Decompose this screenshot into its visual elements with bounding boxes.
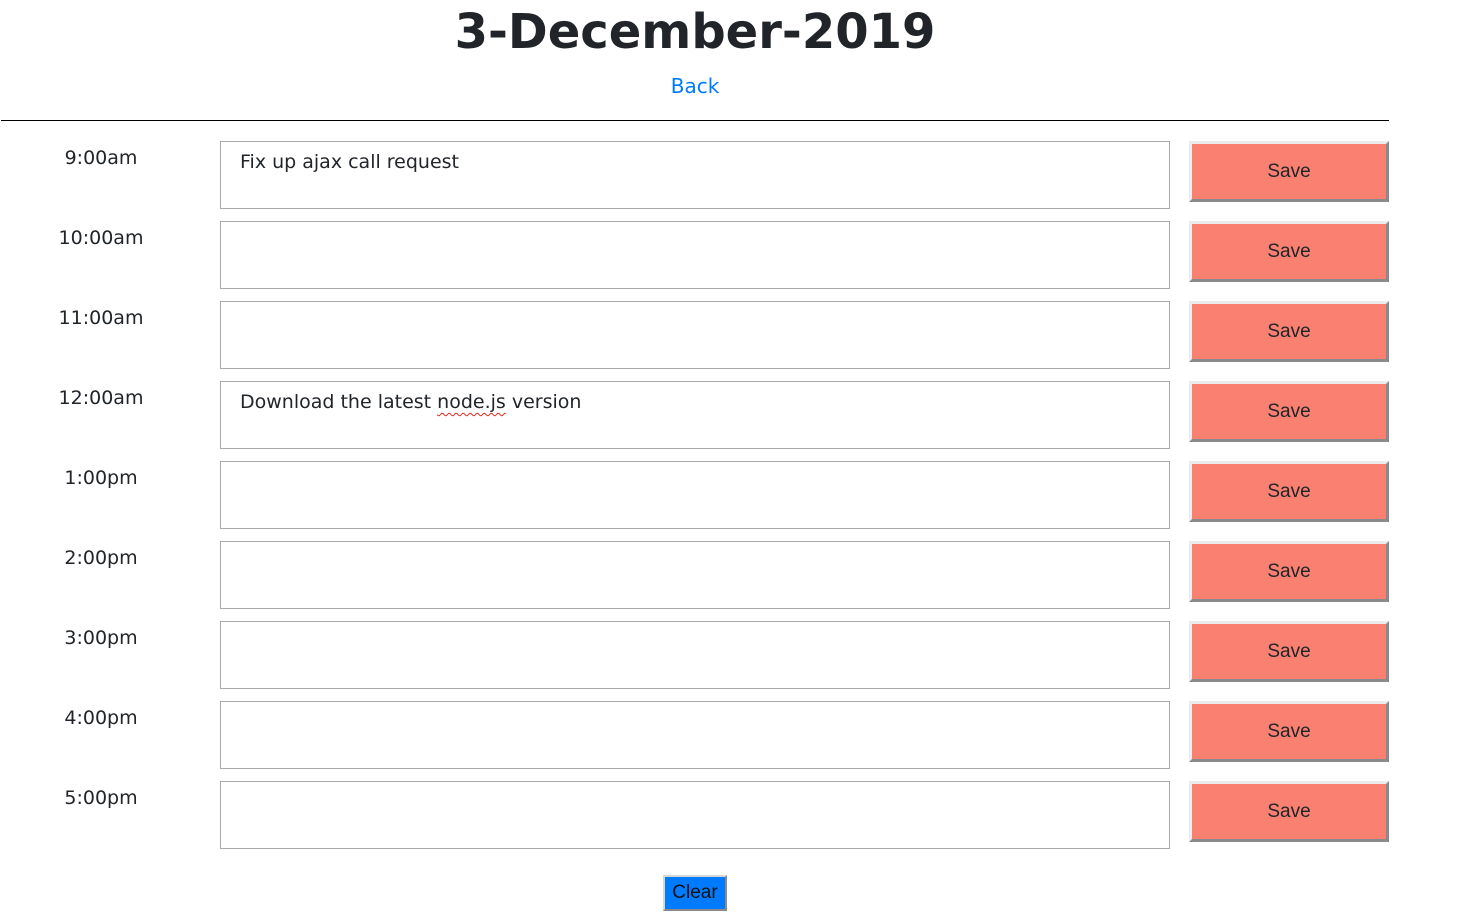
task-text: Download the latest node.js version	[240, 391, 582, 413]
task-input[interactable]	[220, 781, 1170, 849]
task-text: Fix up ajax call request	[240, 151, 460, 173]
save-button[interactable]: Save	[1189, 461, 1389, 522]
schedule-row: 12:00am Download the latest node.js vers…	[0, 381, 1390, 449]
save-button[interactable]: Save	[1189, 541, 1389, 602]
schedule-row: 2:00pm Save	[0, 541, 1390, 609]
save-button[interactable]: Save	[1189, 141, 1389, 202]
schedule-list: 9:00am Fix up ajax call request Save 10:…	[0, 141, 1390, 861]
schedule-row: 10:00am Save	[0, 221, 1390, 289]
save-button[interactable]: Save	[1189, 701, 1389, 762]
hour-label: 11:00am	[58, 307, 144, 329]
task-input[interactable]	[220, 541, 1170, 609]
schedule-row: 5:00pm Save	[0, 781, 1390, 849]
task-input[interactable]	[220, 221, 1170, 289]
hour-label: 3:00pm	[64, 627, 138, 649]
schedule-row: 11:00am Save	[0, 301, 1390, 369]
hour-label: 4:00pm	[64, 707, 138, 729]
schedule-row: 4:00pm Save	[0, 701, 1390, 769]
misspelled-word: node.js	[437, 391, 506, 413]
task-input[interactable]	[220, 461, 1170, 529]
task-input[interactable]	[220, 301, 1170, 369]
save-button[interactable]: Save	[1189, 781, 1389, 842]
hour-label: 12:00am	[58, 387, 144, 409]
back-link[interactable]: Back	[0, 74, 1390, 98]
page-title: 3-December-2019	[454, 4, 936, 60]
schedule-row: 1:00pm Save	[0, 461, 1390, 529]
task-input[interactable]: Download the latest node.js version	[220, 381, 1170, 449]
clear-button[interactable]: Clear	[663, 875, 727, 911]
day-planner-page: 3-December-2019 Back 9:00am Fix up ajax …	[0, 0, 1477, 923]
save-button[interactable]: Save	[1189, 221, 1389, 282]
hour-label: 10:00am	[58, 227, 144, 249]
task-input[interactable]	[220, 621, 1170, 689]
hour-label: 2:00pm	[64, 547, 138, 569]
hour-label: 9:00am	[64, 147, 138, 169]
save-button[interactable]: Save	[1189, 301, 1389, 362]
header-divider	[1, 120, 1389, 121]
save-button[interactable]: Save	[1189, 381, 1389, 442]
hour-label: 5:00pm	[64, 787, 138, 809]
hour-label: 1:00pm	[64, 467, 138, 489]
schedule-row: 3:00pm Save	[0, 621, 1390, 689]
schedule-row: 9:00am Fix up ajax call request Save	[0, 141, 1390, 209]
task-input[interactable]	[220, 701, 1170, 769]
save-button[interactable]: Save	[1189, 621, 1389, 682]
task-input[interactable]: Fix up ajax call request	[220, 141, 1170, 209]
